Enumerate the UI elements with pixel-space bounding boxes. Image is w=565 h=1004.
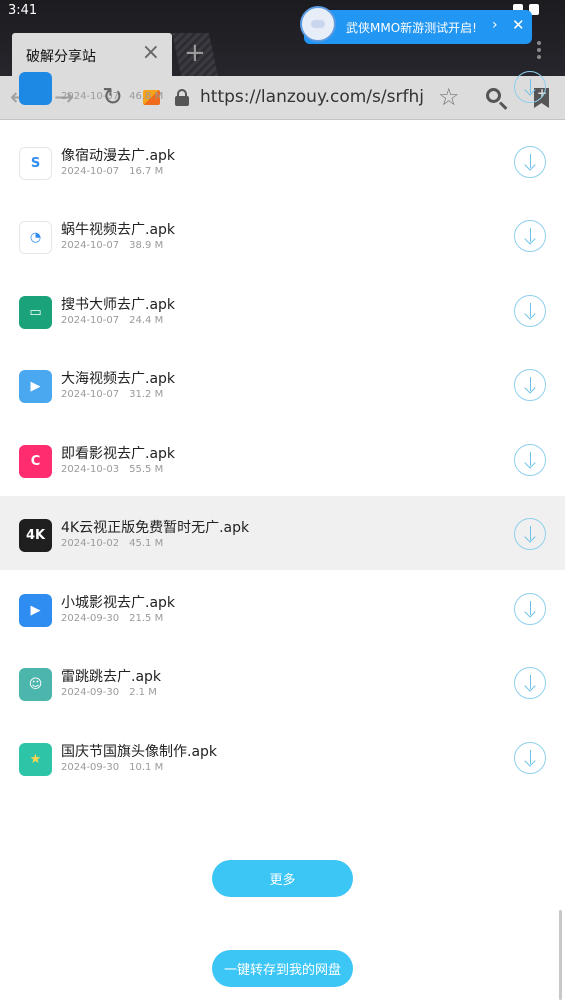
file-date: 2024-10-07 (61, 165, 120, 177)
xiangsu-icon: S (19, 146, 52, 180)
list-item[interactable]: S 像宿动漫去广.apk 2024-10-07 16.7 M (0, 124, 565, 198)
file-name[interactable]: 像宿动漫去广.apk (61, 145, 175, 165)
file-meta: 2024-09-30 21.5 M (61, 613, 163, 624)
more-button[interactable]: 更多 (212, 860, 353, 897)
download-icon[interactable] (514, 443, 546, 476)
scrollbar[interactable] (559, 910, 562, 1000)
file-name[interactable]: 雷跳跳去广.apk (61, 666, 161, 686)
list-item[interactable]: ★ 国庆节国旗头像制作.apk 2024-09-30 10.1 M (0, 720, 565, 794)
file-size: 16.7 M (129, 165, 164, 177)
list-item[interactable]: 4K 4K云视正版免费暂时无广.apk 2024-10-02 45.1 M (0, 496, 565, 570)
play-icon: ▶ (19, 593, 52, 627)
download-icon[interactable] (514, 667, 546, 699)
close-icon[interactable]: ✕ (512, 16, 525, 34)
face-icon: ☺ (19, 668, 52, 701)
list-item[interactable]: ◔ 蜗牛视频去广.apk 2024-10-07 38.9 M (0, 198, 565, 272)
chevron-right-icon[interactable]: › (492, 17, 498, 33)
file-date: 2024-10-07 (61, 91, 120, 102)
file-date: 2024-10-07 (61, 314, 120, 326)
screen: 3:41 破解分享站 × + 武侠MMO新游测试开启! › ✕ ← → ↻ ht… (0, 0, 565, 1004)
flag-icon: ★ (19, 742, 52, 776)
snail-icon: ◔ (19, 221, 52, 254)
file-meta: 2024-10-07 38.9 M (61, 240, 163, 251)
file-date: 2024-10-07 (61, 389, 120, 400)
file-date: 2024-09-30 (61, 761, 120, 773)
list-item[interactable]: 2024-10-07 46.8 M (0, 49, 565, 123)
file-meta: 2024-09-30 2.1 M (61, 687, 157, 698)
file-size: 2.1 M (129, 687, 157, 698)
file-size: 38.9 M (129, 240, 164, 251)
notification-text: 武侠MMO新游测试开启! (346, 21, 477, 35)
file-size: 45.1 M (129, 538, 164, 549)
file-meta: 2024-10-03 55.5 M (61, 464, 163, 475)
file-meta: 2024-10-07 46.8 M (61, 91, 163, 102)
list-item[interactable]: ▶ 大海视频去广.apk 2024-10-07 31.2 M (0, 347, 565, 421)
tv-icon: ▶ (19, 370, 52, 403)
file-size: 31.2 M (129, 389, 164, 400)
download-icon[interactable] (514, 294, 546, 327)
download-icon[interactable] (514, 741, 546, 774)
app-icon-partial (19, 72, 52, 105)
play-c-icon: C (19, 444, 52, 478)
avatar (300, 6, 336, 42)
file-meta: 2024-09-30 10.1 M (61, 762, 163, 773)
download-icon[interactable] (514, 592, 546, 625)
file-size: 46.8 M (129, 91, 164, 102)
file-meta: 2024-10-02 45.1 M (61, 538, 163, 549)
save-to-drive-button[interactable]: 一键转存到我的网盘 (212, 950, 353, 987)
file-date: 2024-09-30 (61, 612, 120, 624)
list-item[interactable]: C 即看影视去广.apk 2024-10-03 55.5 M (0, 422, 565, 496)
file-size: 24.4 M (129, 314, 164, 326)
file-meta: 2024-10-07 31.2 M (61, 389, 163, 400)
book-icon: ▭ (19, 295, 52, 329)
file-date: 2024-10-07 (61, 240, 120, 251)
status-time: 3:41 (8, 3, 38, 18)
file-meta: 2024-10-07 16.7 M (61, 166, 163, 177)
download-icon[interactable] (514, 369, 546, 401)
file-date: 2024-10-02 (61, 538, 120, 549)
list-item[interactable]: ▭ 搜书大师去广.apk 2024-10-07 24.4 M (0, 273, 565, 347)
file-name[interactable]: 国庆节国旗头像制作.apk (61, 741, 217, 761)
file-name[interactable]: 即看影视去广.apk (61, 443, 175, 463)
file-date: 2024-10-03 (61, 463, 120, 475)
file-size: 55.5 M (129, 463, 164, 475)
file-size: 10.1 M (129, 761, 164, 773)
file-name[interactable]: 小城影视去广.apk (61, 592, 175, 612)
file-name[interactable]: 搜书大师去广.apk (61, 294, 175, 314)
list-item[interactable]: ☺ 雷跳跳去广.apk 2024-09-30 2.1 M (0, 645, 565, 719)
file-name[interactable]: 蜗牛视频去广.apk (61, 219, 175, 239)
4k-icon: 4K (19, 519, 52, 552)
list-item[interactable]: ▶ 小城影视去广.apk 2024-09-30 21.5 M (0, 571, 565, 645)
download-icon[interactable] (514, 71, 546, 103)
download-icon[interactable] (514, 518, 546, 550)
download-icon[interactable] (514, 220, 546, 252)
file-meta: 2024-10-07 24.4 M (61, 315, 163, 326)
file-name[interactable]: 4K云视正版免费暂时无广.apk (61, 517, 249, 537)
file-date: 2024-09-30 (61, 687, 120, 698)
notification-toast[interactable]: 武侠MMO新游测试开启! › ✕ (300, 6, 532, 44)
file-name[interactable]: 大海视频去广.apk (61, 368, 175, 388)
file-size: 21.5 M (129, 612, 164, 624)
download-icon[interactable] (514, 145, 546, 178)
